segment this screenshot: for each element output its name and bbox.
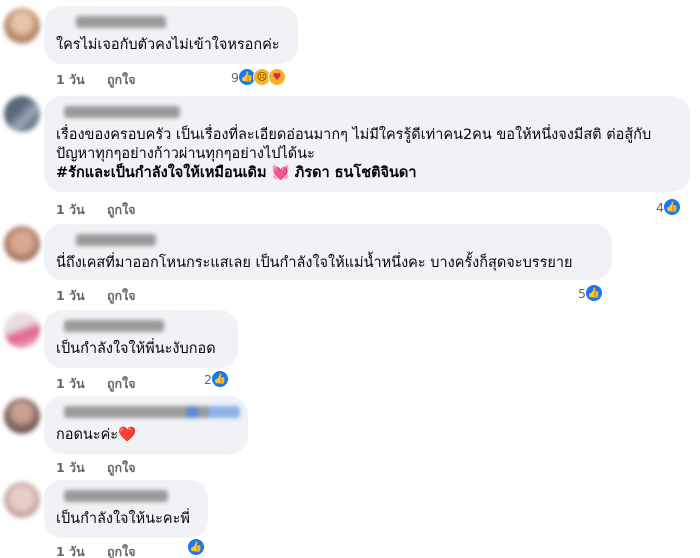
like-icon: 👍	[662, 198, 681, 216]
heart-emoji: 💓	[271, 165, 290, 181]
comment-text: นี่ถึงเคสที่มาออกโหนกระแสเลย เป็นกำลังใจ…	[56, 255, 573, 271]
reaction-summary[interactable]: 👍	[187, 538, 205, 556]
comment-bubble: นี่ถึงเคสที่มาออกโหนกระแสเลย เป็นกำลังใจ…	[44, 224, 612, 280]
like-icon: 👍	[210, 370, 229, 388]
avatar[interactable]	[4, 8, 40, 44]
commenter-name[interactable]	[64, 106, 180, 118]
avatar[interactable]	[4, 312, 40, 348]
comment-actions: 1 วัน ถูกใจ	[56, 542, 154, 558]
comment-text: เป็นกำลังใจให้นะคะพี่	[56, 511, 190, 527]
avatar[interactable]	[4, 96, 40, 132]
mentioned-name[interactable]: ภิรดา ธนโชติจินดา	[295, 165, 417, 181]
comment-actions: 1 วัน ถูกใจ	[56, 200, 154, 220]
commenter-name[interactable]	[76, 16, 166, 28]
care-icon: ♥	[267, 68, 286, 86]
commenter-name[interactable]	[64, 406, 240, 418]
avatar[interactable]	[4, 398, 40, 434]
like-button[interactable]: ถูกใจ	[107, 544, 136, 558]
comment-time[interactable]: 1 วัน	[56, 288, 85, 303]
reaction-summary[interactable]: 4 👍	[656, 198, 681, 216]
comment-actions: 1 วัน ถูกใจ	[56, 286, 154, 306]
comment-time[interactable]: 1 วัน	[56, 544, 85, 558]
comment-text-line: เรื่องของครอบครัว เป็นเรื่องที่ละเอียดอ่…	[56, 127, 652, 143]
like-button[interactable]: ถูกใจ	[107, 376, 136, 391]
comment-bubble: เป็นกำลังใจให้นะคะพี่	[44, 480, 208, 538]
reaction-summary[interactable]: 2 👍	[204, 370, 229, 388]
like-button[interactable]: ถูกใจ	[107, 72, 136, 87]
commenter-name[interactable]	[76, 234, 156, 246]
comment-bubble: เป็นกำลังใจให้พี่นะงับกอด	[44, 310, 238, 368]
comment-time[interactable]: 1 วัน	[56, 460, 85, 475]
comment-bubble: เรื่องของครอบครัว เป็นเรื่องที่ละเอียดอ่…	[44, 96, 690, 192]
reaction-summary[interactable]: 9 👍 ☹ ♥	[231, 68, 286, 86]
comment-hashtag-line: #รักและเป็นกำลังใจให้เหมือนเดิม 💓 ภิรดา …	[56, 164, 678, 183]
like-icon: 👍	[584, 284, 603, 302]
like-button[interactable]: ถูกใจ	[107, 288, 136, 303]
commenter-name[interactable]	[64, 320, 164, 332]
comment-actions: 1 วัน ถูกใจ	[56, 374, 154, 394]
like-button[interactable]: ถูกใจ	[107, 460, 136, 475]
comment-bubble: ใครไม่เจอกับตัวคงไม่เข้าใจหรอกค่ะ	[44, 6, 298, 64]
comment-time[interactable]: 1 วัน	[56, 202, 85, 217]
avatar[interactable]	[4, 226, 40, 262]
comment-text: ใครไม่เจอกับตัวคงไม่เข้าใจหรอกค่ะ	[56, 37, 280, 53]
comment-actions: 1 วัน ถูกใจ	[56, 70, 154, 90]
avatar[interactable]	[4, 482, 40, 518]
reaction-summary[interactable]: 5 👍	[578, 284, 603, 302]
comment-text-line: ปัญหาทุกๆอย่างก้าวผ่านทุกๆอย่างไปได้นะ	[56, 146, 315, 162]
comment-actions: 1 วัน ถูกใจ	[56, 458, 154, 478]
hashtag-link[interactable]: #รักและเป็นกำลังใจให้เหมือนเดิม	[56, 165, 267, 181]
comment-time[interactable]: 1 วัน	[56, 376, 85, 391]
like-icon: 👍	[187, 538, 205, 556]
comment-text: เป็นกำลังใจให้พี่นะงับกอด	[56, 341, 216, 357]
commenter-name[interactable]	[64, 490, 168, 502]
comment-time[interactable]: 1 วัน	[56, 72, 85, 87]
comment-text: กอดนะค่ะ❤️	[56, 427, 137, 443]
like-button[interactable]: ถูกใจ	[107, 202, 136, 217]
comment-bubble: กอดนะค่ะ❤️	[44, 396, 248, 454]
